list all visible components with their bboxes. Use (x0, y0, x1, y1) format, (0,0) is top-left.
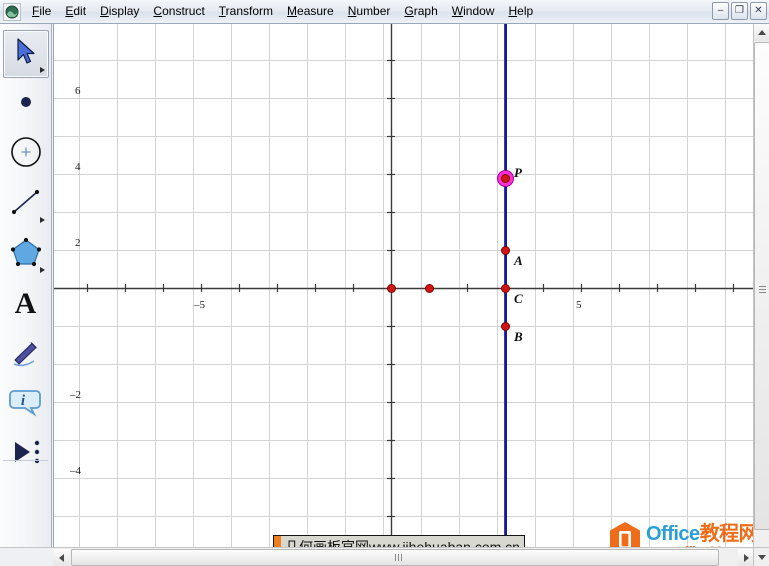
point-unit[interactable] (424, 283, 434, 293)
circle-icon (9, 135, 43, 174)
point-b[interactable] (500, 321, 510, 331)
chevron-up-icon (758, 30, 766, 35)
marker-tool[interactable] (3, 330, 49, 378)
compass-tool[interactable] (3, 130, 49, 178)
letter-a-icon: A (14, 287, 37, 320)
status-strip (0, 547, 53, 566)
axis-tick-label-y-3: –2 (70, 389, 81, 401)
toolbox-divider (3, 460, 48, 461)
menu-graph[interactable]: Graph (397, 2, 444, 22)
watermark-textbox[interactable]: 几何画板官网www.jihehuaban.com.cn (273, 535, 525, 547)
scroll-grip-icon (758, 285, 766, 287)
menu-file[interactable]: File (25, 2, 58, 22)
polygon-tool-flyout-icon[interactable] (39, 267, 45, 273)
sketchpad-window: File Edit Display Construct Transform Me… (0, 0, 769, 566)
axis-tick-label-y-4: –4 (70, 465, 81, 477)
menu-help[interactable]: Help (501, 2, 540, 22)
point-b-label[interactable]: B (514, 329, 523, 345)
menu-number[interactable]: Number (341, 2, 398, 22)
point-p[interactable] (500, 174, 510, 184)
chevron-right-icon (744, 553, 749, 562)
axis-tick-label-y-0: 6 (75, 85, 81, 97)
info-icon: i (8, 387, 43, 422)
arrow-icon (13, 37, 39, 72)
menu-construct[interactable]: Construct (146, 2, 211, 22)
horizontal-scroll-thumb[interactable] (71, 549, 719, 566)
axes-layer: 6 4 2 –2 –4 –5 5 (54, 24, 755, 547)
arrow-tool-flyout-icon[interactable] (39, 67, 45, 73)
menu-window[interactable]: Window (445, 2, 502, 22)
point-a[interactable] (500, 245, 510, 255)
point-c[interactable] (500, 283, 510, 293)
straightedge-tool[interactable] (3, 180, 49, 228)
text-tool[interactable]: A (3, 280, 49, 328)
polygon-tool[interactable] (3, 230, 49, 278)
menu-bar: File Edit Display Construct Transform Me… (0, 0, 769, 24)
axis-tick-label-x-5: –5 (194, 299, 205, 311)
restore-button[interactable]: ❐ (731, 2, 748, 20)
straightedge-tool-flyout-icon[interactable] (39, 217, 45, 223)
scroll-up-button[interactable] (754, 24, 769, 41)
vertical-scrollbar[interactable] (753, 24, 769, 547)
axis-tick-label-y-2: 2 (75, 237, 81, 249)
sketchpad-icon[interactable] (3, 2, 21, 21)
toolbox: A i (0, 24, 52, 566)
point-p-label[interactable]: P (514, 165, 522, 181)
menu-edit[interactable]: Edit (58, 2, 93, 22)
window-controls: – ❐ ✕ (712, 2, 767, 20)
minimize-button[interactable]: – (712, 2, 729, 20)
watermark-handle[interactable] (274, 536, 281, 547)
menu-measure[interactable]: Measure (280, 2, 341, 22)
line-icon (9, 187, 43, 222)
point-icon (17, 93, 35, 116)
point-c-label[interactable]: C (514, 291, 523, 307)
axis-tick-label-y-1: 4 (75, 161, 81, 173)
menu-display[interactable]: Display (93, 2, 146, 22)
scroll-grip-icon (394, 554, 396, 561)
arrow-select-tool[interactable] (2, 30, 49, 78)
close-button[interactable]: ✕ (750, 2, 767, 20)
vertical-scroll-thumb[interactable] (754, 42, 769, 530)
scroll-left-button[interactable] (53, 549, 70, 566)
scrollbar-corner (753, 547, 769, 566)
watermark-label: 几何画板官网www.jihehuaban.com.cn (285, 539, 520, 547)
point-tool[interactable] (3, 80, 49, 128)
marker-icon (9, 337, 43, 372)
pentagon-icon (9, 236, 43, 273)
point-origin[interactable] (386, 283, 396, 293)
play-dots-icon (9, 439, 43, 470)
information-tool[interactable]: i (3, 380, 49, 428)
custom-tool[interactable] (3, 430, 49, 478)
menu-transform[interactable]: Transform (212, 2, 280, 22)
horizontal-scrollbar[interactable] (53, 547, 755, 566)
sketch-canvas[interactable]: 6 4 2 –2 –4 –5 5 P A C B 几何画板官网www.jihehuaban.com… (53, 24, 755, 547)
point-a-label[interactable]: A (514, 253, 523, 269)
chevron-left-icon (59, 553, 64, 562)
axis-tick-label-x-6: 5 (576, 299, 582, 311)
chevron-down-icon (757, 554, 766, 560)
